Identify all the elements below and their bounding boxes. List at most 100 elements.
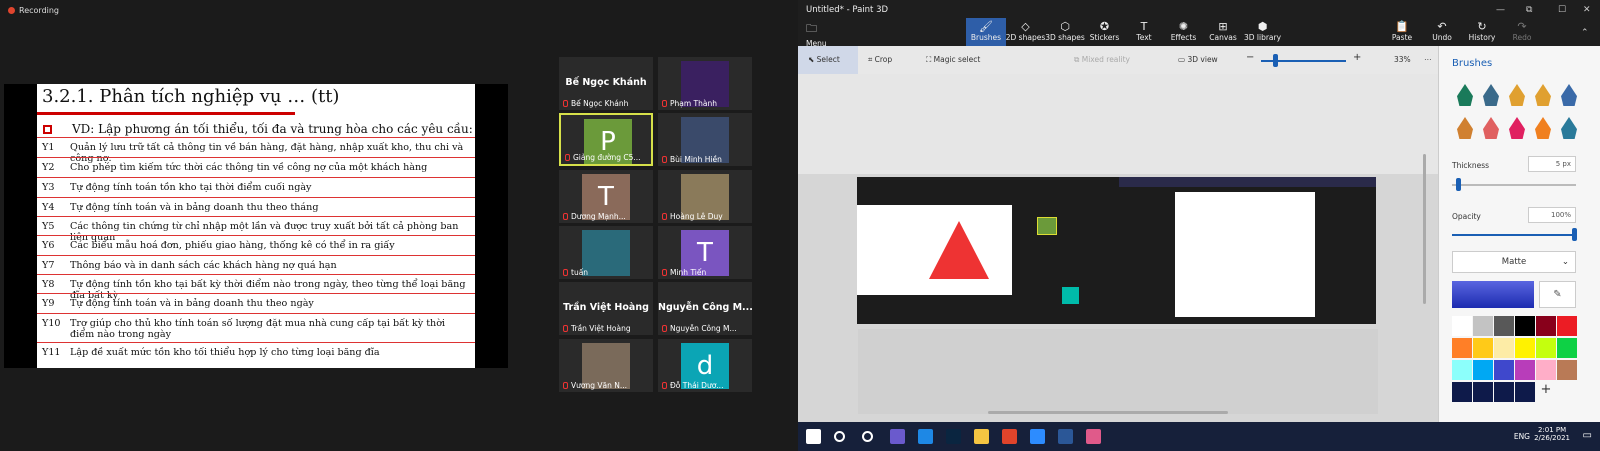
explorer-icon[interactable] [974, 429, 989, 444]
participant-tile[interactable]: Nguyễn Công M... Nguyễn Công M... [658, 282, 752, 335]
brush-tool-icon[interactable] [1561, 84, 1577, 106]
maximize-icon[interactable]: ☐ [1558, 5, 1566, 15]
color-swatch[interactable] [1515, 360, 1535, 380]
participant-tile[interactable]: T Dương Mạnh... [559, 170, 653, 223]
zoom-thumb[interactable] [1273, 54, 1278, 67]
brush-tool-icon[interactable] [1535, 84, 1551, 106]
color-swatch[interactable] [1494, 338, 1514, 358]
magic-select-button[interactable]: ⛶ Magic select [926, 55, 980, 65]
add-color-icon[interactable]: + [1536, 382, 1556, 402]
windows-icon[interactable] [806, 429, 821, 444]
brush-tool-icon[interactable] [1509, 117, 1525, 139]
search-icon[interactable] [834, 431, 845, 442]
3d-view-button[interactable]: ▭ 3D view [1178, 55, 1218, 64]
menu-button[interactable]: 🗀 Menu [806, 20, 827, 48]
tool-2d-shapes[interactable]: ◇ 2D shapes [1006, 20, 1046, 42]
paste-button[interactable]: 📋 Paste [1382, 20, 1422, 42]
opacity-slider[interactable] [1452, 234, 1576, 236]
thickness-input[interactable]: 5 px [1528, 156, 1576, 172]
current-color[interactable] [1452, 281, 1534, 308]
zoom-out-icon[interactable]: − [1246, 52, 1254, 63]
restore-icon[interactable]: ⧉ [1526, 5, 1532, 15]
color-swatch[interactable] [1536, 360, 1556, 380]
brush-tool-icon[interactable] [1483, 117, 1499, 139]
paint3d-icon[interactable] [1086, 429, 1101, 444]
collapse-icon[interactable]: ⌃ [1581, 28, 1589, 38]
color-swatch[interactable] [1452, 338, 1472, 358]
tool-stickers[interactable]: ✪ Stickers [1085, 20, 1125, 42]
tool-3d-library[interactable]: ⬢ 3D library [1243, 20, 1283, 42]
select-button[interactable]: ⬉ Select [808, 55, 840, 64]
participant-tile[interactable]: T Minh Tiến [658, 226, 752, 279]
task-view-icon[interactable] [862, 431, 873, 442]
color-swatch[interactable] [1473, 316, 1493, 336]
participant-tile[interactable]: Bế Ngọc Khánh Bế Ngọc Khánh [559, 57, 653, 110]
vertical-scrollbar[interactable] [1423, 154, 1426, 304]
photoshop-icon[interactable] [946, 429, 961, 444]
color-swatch[interactable] [1473, 360, 1493, 380]
color-swatch[interactable] [1494, 316, 1514, 336]
color-swatch[interactable] [1536, 316, 1556, 336]
zoom-icon[interactable] [1030, 429, 1045, 444]
participant-tile[interactable]: Hoàng Lê Duy [658, 170, 752, 223]
color-swatch[interactable] [1452, 316, 1472, 336]
pasted-screenshot[interactable] [857, 177, 1376, 324]
zoom-in-icon[interactable]: + [1353, 52, 1361, 63]
mixed-reality-button[interactable]: ⧉ Mixed reality [1074, 55, 1130, 65]
color-swatch[interactable] [1515, 316, 1535, 336]
participant-tile[interactable]: tuấn [559, 226, 653, 279]
more-icon[interactable]: ⋯ [1424, 55, 1432, 64]
tool-effects[interactable]: ✺ Effects [1164, 20, 1204, 42]
participant-tile[interactable]: Phạm Thành [658, 57, 752, 110]
participant-tile[interactable]: Vương Văn N... [559, 339, 653, 392]
participant-label: Phạm Thành [662, 99, 717, 108]
color-swatch[interactable] [1494, 360, 1514, 380]
chrome-icon[interactable] [1002, 429, 1017, 444]
minimize-icon[interactable]: — [1496, 5, 1505, 15]
participant-tile[interactable]: Trần Việt Hoàng Trần Việt Hoàng [559, 282, 653, 335]
opacity-input[interactable]: 100% [1528, 207, 1576, 223]
undo-button[interactable]: ↶ Undo [1422, 20, 1462, 42]
redo-button[interactable]: ↷ Redo [1502, 20, 1542, 42]
brush-tool-icon[interactable] [1457, 117, 1473, 139]
thickness-slider[interactable] [1452, 184, 1576, 186]
notification-icon[interactable]: ▭ [1583, 430, 1592, 441]
color-swatch[interactable] [1557, 316, 1577, 336]
color-swatch[interactable] [1452, 382, 1472, 402]
finish-dropdown[interactable]: Matte ⌄ [1452, 251, 1576, 273]
crop-button[interactable]: ⌗ Crop [868, 55, 892, 65]
color-swatch[interactable] [1557, 360, 1577, 380]
opacity-thumb[interactable] [1572, 228, 1577, 241]
app-icon[interactable] [890, 429, 905, 444]
participant-tile[interactable]: Bùi Minh Hiền [658, 113, 752, 166]
color-swatch[interactable] [1452, 360, 1472, 380]
participant-tile[interactable]: P Giảng đường C5... [559, 113, 653, 166]
brush-tool-icon[interactable] [1483, 84, 1499, 106]
color-swatch[interactable] [1494, 382, 1514, 402]
color-swatch[interactable] [1557, 338, 1577, 358]
color-swatch[interactable] [1515, 382, 1535, 402]
clock[interactable]: 2:01 PM 2/26/2021 [1534, 426, 1570, 442]
brush-tool-icon[interactable] [1535, 117, 1551, 139]
history-button[interactable]: ↻ History [1462, 20, 1502, 42]
participant-tile[interactable]: d Đỗ Thái Dươ... [658, 339, 752, 392]
thickness-thumb[interactable] [1456, 178, 1461, 191]
color-swatch[interactable] [1515, 338, 1535, 358]
horizontal-scrollbar[interactable] [988, 411, 1228, 414]
language-indicator[interactable]: ENG [1514, 432, 1530, 441]
tool-brushes[interactable]: 🖌 Brushes [966, 18, 1006, 46]
color-swatch[interactable] [1473, 382, 1493, 402]
brush-tool-icon[interactable] [1561, 117, 1577, 139]
brush-tool-icon[interactable] [1509, 84, 1525, 106]
word-icon[interactable] [1058, 429, 1073, 444]
canvas-area[interactable] [798, 74, 1438, 422]
color-swatch[interactable] [1536, 338, 1556, 358]
tool-text[interactable]: T Text [1124, 20, 1164, 42]
eyedropper-icon[interactable]: ✎ [1539, 281, 1576, 308]
vscode-icon[interactable] [918, 429, 933, 444]
tool-3d-shapes[interactable]: ⬡ 3D shapes [1045, 20, 1085, 42]
color-swatch[interactable] [1473, 338, 1493, 358]
close-icon[interactable]: ✕ [1583, 5, 1591, 15]
tool-canvas[interactable]: ⊞ Canvas [1203, 20, 1243, 42]
brush-tool-icon[interactable] [1457, 84, 1473, 106]
